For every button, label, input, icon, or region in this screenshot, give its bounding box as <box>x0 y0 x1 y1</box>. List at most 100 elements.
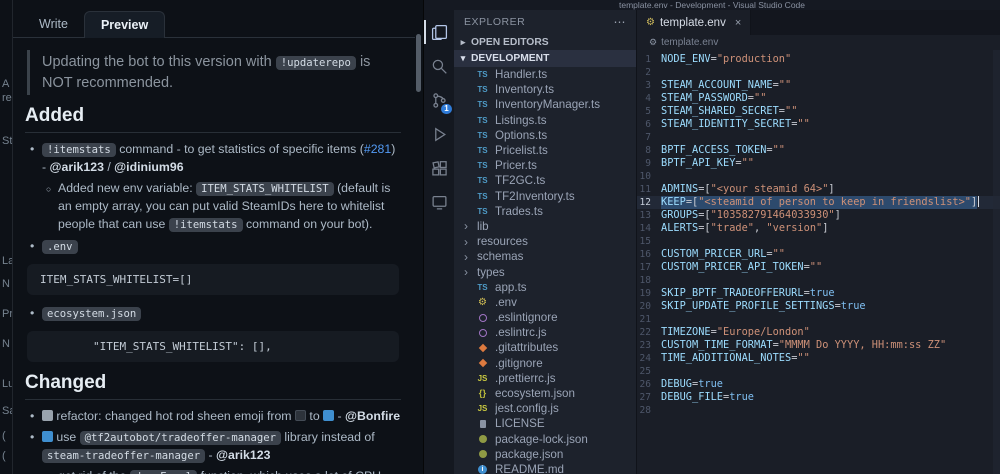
file-row[interactable]: .gitattributes <box>454 340 636 355</box>
file-row[interactable]: jest.config.js <box>454 401 636 416</box>
code-line[interactable]: 25 <box>637 365 1000 378</box>
extensions-icon[interactable] <box>424 151 454 185</box>
file-name: Pricer.ts <box>495 159 537 173</box>
file-row[interactable]: .gitignore <box>454 356 636 371</box>
code-line[interactable]: 24 TIME_ADDITIONAL_NOTES="" <box>637 352 1000 365</box>
code-line[interactable]: 18 <box>637 274 1000 287</box>
file-row[interactable]: Pricelist.ts <box>454 143 636 158</box>
added-sublist: Added new env variable: ITEM_STATS_WHITE… <box>41 180 401 234</box>
source-control-icon[interactable]: 1 <box>424 83 454 117</box>
edge-fragment: ( <box>2 450 6 462</box>
folder-row[interactable]: › schemas <box>454 249 636 264</box>
scrollbar-thumb[interactable] <box>416 34 421 92</box>
file-row[interactable]: app.ts <box>454 280 636 295</box>
item-text: get rid of the <box>58 469 130 474</box>
explorer-icon[interactable] <box>424 15 454 49</box>
code-line[interactable]: 22 TIMEZONE="Europe/London" <box>637 326 1000 339</box>
code-line[interactable]: 5 STEAM_SHARED_SECRET="" <box>637 105 1000 118</box>
file-row[interactable]: .eslintrc.js <box>454 325 636 340</box>
file-row[interactable]: .prettierrc.js <box>454 371 636 386</box>
code-line[interactable]: 16 CUSTOM_PRICER_URL="" <box>637 248 1000 261</box>
breadcrumb[interactable]: ⚙ template.env <box>637 35 1000 50</box>
mention-arik123[interactable]: @arik123 <box>216 448 270 462</box>
file-row[interactable]: ecosystem.json <box>454 386 636 401</box>
code-line[interactable]: 8 BPTF_ACCESS_TOKEN="" <box>637 144 1000 157</box>
code-line[interactable]: 20 SKIP_UPDATE_PROFILE_SETTINGS=true <box>637 300 1000 313</box>
code-line[interactable]: 13 GROUPS=["103582791464033930"] <box>637 209 1000 222</box>
file-row[interactable]: Pricer.ts <box>454 158 636 173</box>
code-line[interactable]: 15 <box>637 235 1000 248</box>
line-number: 6 <box>645 119 651 130</box>
code-line[interactable]: 7 <box>637 131 1000 144</box>
file-row[interactable]: Listings.ts <box>454 113 636 128</box>
file-row[interactable]: .eslintignore <box>454 310 636 325</box>
code-text: STEAM_IDENTITY_SECRET="" <box>661 118 810 130</box>
tab-preview[interactable]: Preview <box>83 11 166 38</box>
explorer-more-actions-icon[interactable]: ⋯ <box>614 15 627 29</box>
code-line[interactable]: 21 <box>637 313 1000 326</box>
file-row[interactable]: Inventory.ts <box>454 82 636 97</box>
file-row[interactable]: LICENSE <box>454 416 636 431</box>
tab-write[interactable]: Write <box>23 11 84 37</box>
close-icon[interactable]: × <box>735 17 741 29</box>
code-line[interactable]: 17 CUSTOM_PRICER_API_TOKEN="" <box>637 261 1000 274</box>
mention-arik123[interactable]: @arik123 <box>50 160 104 174</box>
inline-code-steam-tradeoffer-manager: steam-tradeoffer-manager <box>42 448 206 463</box>
file-row[interactable]: package.json <box>454 447 636 462</box>
code-line[interactable]: 23 CUSTOM_TIME_FORMAT="MMMM Do YYYY, HH:m… <box>637 339 1000 352</box>
item-text: - <box>334 408 346 423</box>
code-line[interactable]: 2 <box>637 66 1000 79</box>
file-row[interactable]: package-lock.json <box>454 432 636 447</box>
code-line[interactable]: 6 STEAM_IDENTITY_SECRET="" <box>637 118 1000 131</box>
editor-tab-template-env[interactable]: ⚙ template.env × <box>637 10 752 35</box>
file-name: app.ts <box>495 280 527 294</box>
code-line[interactable]: 10 <box>637 170 1000 183</box>
npm-file-icon <box>475 435 490 443</box>
item-text: to <box>305 408 324 423</box>
code-text: STEAM_SHARED_SECRET="" <box>661 105 798 117</box>
code-text: NODE_ENV="production" <box>661 53 792 65</box>
remote-explorer-icon[interactable] <box>424 185 454 219</box>
changed-heading: Changed <box>25 372 401 400</box>
line-number: 7 <box>645 132 651 143</box>
code-line[interactable]: 1 NODE_ENV="production" <box>637 53 1000 66</box>
line-number: 25 <box>639 366 651 377</box>
ecosystem-code-block: "ITEM_STATS_WHITELIST": [], <box>27 330 399 362</box>
mention-idinium96[interactable]: @idinium96 <box>114 160 183 174</box>
code-line[interactable]: 4 STEAM_PASSWORD="" <box>637 92 1000 105</box>
file-row[interactable]: Handler.ts <box>454 67 636 82</box>
development-section[interactable]: ▾ DEVELOPMENT <box>454 50 636 67</box>
folder-row[interactable]: › lib <box>454 219 636 234</box>
file-name: Inventory.ts <box>495 83 555 97</box>
code-line[interactable]: 9 BPTF_API_KEY="" <box>637 157 1000 170</box>
file-row[interactable]: TF2Inventory.ts <box>454 189 636 204</box>
file-row[interactable]: .env <box>454 295 636 310</box>
folder-row[interactable]: › types <box>454 264 636 279</box>
explorer-title: EXPLORER <box>464 16 526 28</box>
code-line[interactable]: 26 DEBUG=true <box>637 378 1000 391</box>
edge-fragment: re <box>2 92 12 104</box>
code-line[interactable]: 3 STEAM_ACCOUNT_NAME="" <box>637 79 1000 92</box>
file-row[interactable]: Trades.ts <box>454 204 636 219</box>
minimap[interactable] <box>993 50 1000 474</box>
file-row[interactable]: Options.ts <box>454 128 636 143</box>
line-number: 19 <box>639 288 651 299</box>
search-icon[interactable] <box>424 49 454 83</box>
mention-bonfire[interactable]: @Bonfire <box>345 409 400 423</box>
code-line[interactable]: 28 <box>637 404 1000 417</box>
code-line[interactable]: 19 SKIP_BPTF_TRADEOFFERURL=true <box>637 287 1000 300</box>
line-number: 21 <box>639 314 651 325</box>
file-row[interactable]: README.md <box>454 462 636 474</box>
file-row[interactable]: TF2GC.ts <box>454 173 636 188</box>
open-editors-section[interactable]: ▸ OPEN EDITORS <box>454 34 636 50</box>
folder-row[interactable]: › resources <box>454 234 636 249</box>
code-editor[interactable]: 1 NODE_ENV="production" 2 3 STEAM_ACCOUNT_NA… <box>637 50 1000 474</box>
code-line[interactable]: 11 ADMINS=["<your steamid 64>"] <box>637 183 1000 196</box>
file-row[interactable]: InventoryManager.ts <box>454 97 636 112</box>
issue-link-281[interactable]: #281 <box>364 142 391 156</box>
run-debug-icon[interactable] <box>424 117 454 151</box>
code-line[interactable]: 14 ALERTS=["trade", "version"] <box>637 222 1000 235</box>
code-text: BPTF_API_KEY="" <box>661 157 755 169</box>
code-line[interactable]: 27 DEBUG_FILE=true <box>637 391 1000 404</box>
code-line[interactable]: 12 KEEP=["<steamid of person to keep in f… <box>637 196 1000 209</box>
